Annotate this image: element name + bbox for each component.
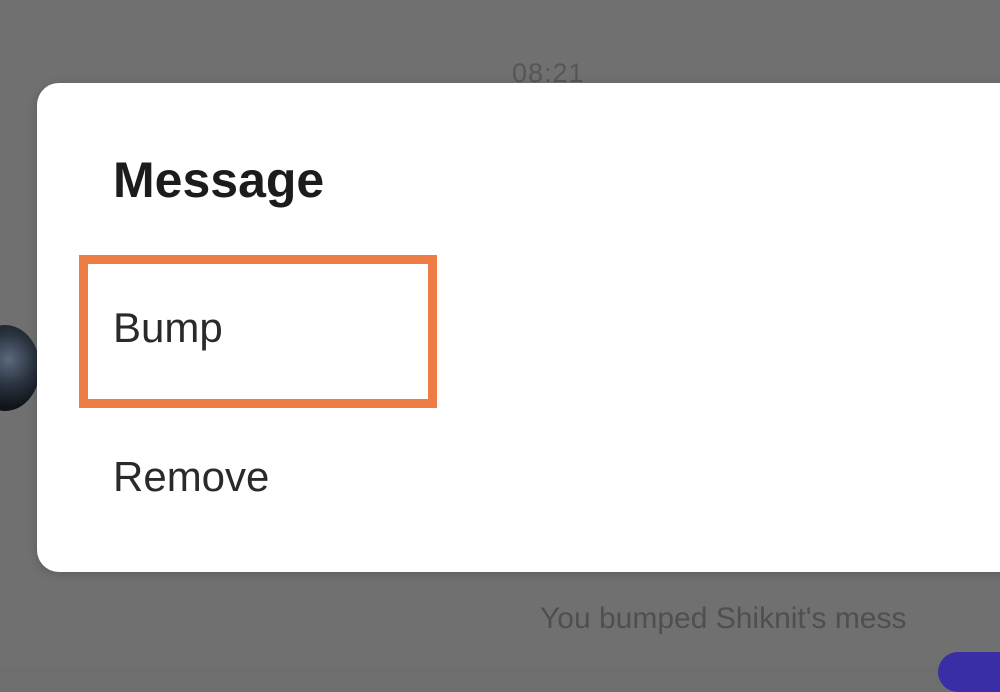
message-options-dialog: Message Bump Remove: [37, 83, 1000, 572]
remove-menu-item[interactable]: Remove: [113, 456, 269, 498]
avatar: [0, 325, 40, 411]
send-button[interactable]: [938, 652, 1000, 692]
bump-menu-item[interactable]: Bump: [113, 307, 223, 349]
dialog-title: Message: [113, 152, 325, 208]
system-note: You bumped Shiknit's mess: [540, 602, 907, 635]
